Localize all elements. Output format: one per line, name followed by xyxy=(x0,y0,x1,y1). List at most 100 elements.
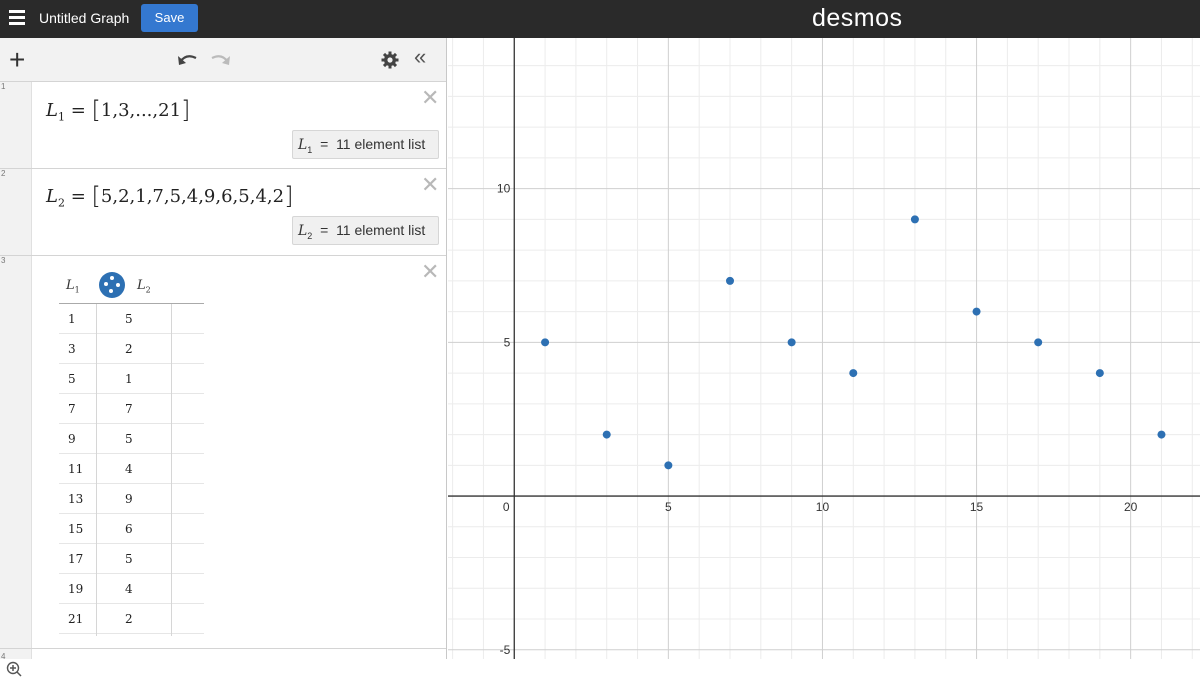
eval-equals: = xyxy=(320,136,329,152)
table-row[interactable]: 77 xyxy=(59,394,204,424)
data-point[interactable] xyxy=(1095,369,1104,378)
table-row[interactable]: 19 4 xyxy=(59,574,204,604)
table-cell-l2[interactable]: 2 xyxy=(125,342,133,356)
table-cell-l2[interactable]: 1 xyxy=(125,372,133,386)
delete-expression-2-icon[interactable]: ✕ xyxy=(421,173,439,198)
table-cell-l1[interactable]: 1 xyxy=(68,312,76,326)
table-cell-l1[interactable]: 13 xyxy=(68,492,83,506)
equals-sign: = xyxy=(70,186,86,207)
equals-sign: = xyxy=(70,100,86,121)
list-values: 5,2,1,7,5,4,9,6,5,4,2 xyxy=(100,186,285,207)
table-row[interactable]: 17 5 xyxy=(59,544,204,574)
table-cell-l2[interactable]: 5 xyxy=(125,432,133,446)
eval-variable: L xyxy=(298,223,308,239)
table-cell-l1[interactable]: 5 xyxy=(68,372,76,386)
graph-canvas[interactable]: 0 5 10 15 20 10 5 -5 xyxy=(448,38,1200,659)
x-tick-label: 0 xyxy=(503,500,510,514)
hamburger-menu-icon[interactable] xyxy=(9,10,25,26)
table-cell-l1[interactable]: 17 xyxy=(68,552,83,566)
eval-equals: = xyxy=(320,222,329,238)
y-tick-label: 10 xyxy=(497,182,511,196)
expression-2-math[interactable]: L2 = [5,2,1,7,5,4,9,6,5,4,2] xyxy=(46,182,293,210)
data-point[interactable] xyxy=(910,215,919,224)
table-row[interactable]: 15 xyxy=(59,304,204,334)
y-tick-label: 5 xyxy=(504,335,511,349)
column-divider xyxy=(171,304,172,636)
redo-icon[interactable] xyxy=(210,52,232,71)
expression-index: 1 xyxy=(1,82,6,91)
left-bracket: [ xyxy=(91,96,101,124)
table-cell-l1[interactable]: 3 xyxy=(68,342,76,356)
graph-title[interactable]: Untitled Graph xyxy=(39,10,129,26)
table-cell-l2[interactable]: 5 xyxy=(125,312,133,326)
table-cell-l2[interactable]: 4 xyxy=(125,462,133,476)
data-point[interactable] xyxy=(972,307,981,316)
data-point[interactable] xyxy=(602,430,611,439)
table-header: L1 L2 xyxy=(59,268,204,304)
delete-expression-1-icon[interactable]: ✕ xyxy=(421,86,439,111)
y-tick-label: -5 xyxy=(500,643,511,657)
right-bracket: ] xyxy=(284,182,294,210)
double-chevron-left-icon[interactable]: « xyxy=(414,44,426,70)
table-row[interactable]: 15 6 xyxy=(59,514,204,544)
x-tick-label: 5 xyxy=(665,500,672,514)
expression-1-evaluation: L1 = 11 element list xyxy=(292,130,439,159)
zoom-in-icon[interactable] xyxy=(6,661,22,682)
x-tick-label: 10 xyxy=(816,500,830,514)
data-point[interactable] xyxy=(726,276,734,285)
eval-variable: L xyxy=(298,137,308,153)
table-row[interactable]: 11 4 xyxy=(59,454,204,484)
table-row[interactable]: 51 xyxy=(59,364,204,394)
column-header-l2[interactable]: L2 xyxy=(137,278,151,295)
expression-row-2[interactable]: 2 L2 = [5,2,1,7,5,4,9,6,5,4,2] ✕ L2 = 11… xyxy=(0,169,446,256)
table-row[interactable]: 95 xyxy=(59,424,204,454)
table-cell-l1[interactable]: 21 xyxy=(68,612,83,626)
expression-toolbar: + « xyxy=(0,38,446,82)
delete-expression-3-icon[interactable]: ✕ xyxy=(421,260,439,285)
right-bracket: ] xyxy=(181,96,191,124)
data-point[interactable] xyxy=(1034,338,1043,347)
table-cell-l2[interactable]: 9 xyxy=(125,492,133,506)
expression-index: 2 xyxy=(1,169,6,178)
plus-icon[interactable]: + xyxy=(9,46,25,74)
eval-subscript: 1 xyxy=(307,144,313,155)
table-cell-l1[interactable]: 19 xyxy=(68,582,83,596)
list-variable: L xyxy=(46,100,58,121)
left-bracket: [ xyxy=(91,182,101,210)
expression-row-4[interactable]: 4 xyxy=(0,649,446,661)
list-variable: L xyxy=(46,186,58,207)
graph-svg[interactable]: 0 5 10 15 20 10 5 -5 xyxy=(448,38,1200,659)
save-button[interactable]: Save xyxy=(141,4,198,32)
data-point[interactable] xyxy=(849,369,858,378)
x-tick-label: 20 xyxy=(1124,500,1138,514)
eval-subscript: 2 xyxy=(307,230,313,241)
list-subscript: 2 xyxy=(57,196,65,210)
table-cell-l1[interactable]: 7 xyxy=(68,402,76,416)
expression-row-1[interactable]: 1 L1 = [1,3,...,21] ✕ L1 = 11 element li… xyxy=(0,82,446,169)
expression-2-evaluation: L2 = 11 element list xyxy=(292,216,439,245)
table-row[interactable]: 32 xyxy=(59,334,204,364)
eval-text: 11 element list xyxy=(336,136,426,152)
column-divider xyxy=(96,304,97,636)
table-row[interactable]: 13 9 xyxy=(59,484,204,514)
gear-icon[interactable] xyxy=(381,51,399,74)
data-point[interactable] xyxy=(664,461,673,470)
table-cell-l2[interactable]: 4 xyxy=(125,582,133,596)
table-cell-l1[interactable]: 15 xyxy=(68,522,83,536)
table-cell-l2[interactable]: 7 xyxy=(125,402,133,416)
expression-index: 3 xyxy=(1,256,6,265)
data-point[interactable] xyxy=(541,338,550,347)
column-header-l1[interactable]: L1 xyxy=(66,278,80,295)
points-style-icon[interactable] xyxy=(99,272,125,298)
table-cell-l2[interactable]: 6 xyxy=(125,522,133,536)
data-point[interactable] xyxy=(787,338,796,347)
data-point[interactable] xyxy=(1157,430,1166,439)
undo-icon[interactable] xyxy=(176,52,198,71)
table-cell-l1[interactable]: 9 xyxy=(68,432,76,446)
expression-index: 4 xyxy=(1,652,6,661)
table-cell-l1[interactable]: 11 xyxy=(68,462,83,476)
table-cell-l2[interactable]: 2 xyxy=(125,612,133,626)
expression-1-math[interactable]: L1 = [1,3,...,21] xyxy=(46,96,190,124)
table-row[interactable]: 21 2 xyxy=(59,604,204,634)
table-cell-l2[interactable]: 5 xyxy=(125,552,133,566)
